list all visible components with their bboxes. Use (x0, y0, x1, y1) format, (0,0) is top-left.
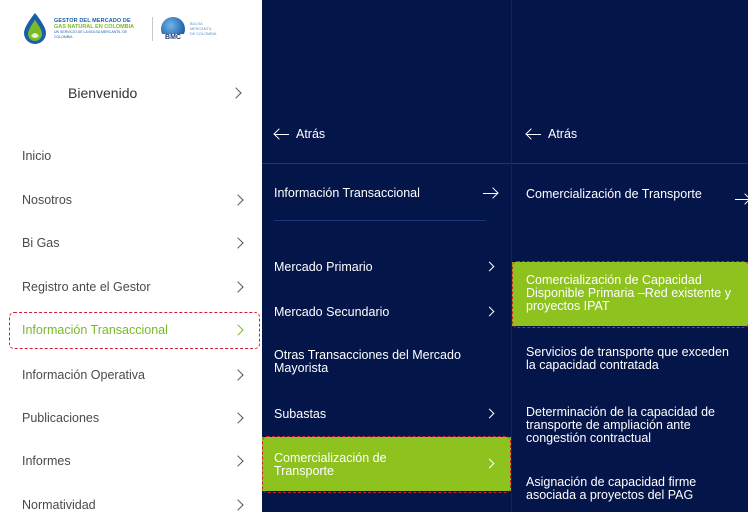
menu-item-label: Nosotros (22, 193, 73, 207)
gestor-logo-text: GESTOR DEL MERCADO DE GAS NATURAL EN COL… (54, 18, 144, 40)
welcome-label: Bienvenido (68, 85, 138, 101)
menu-item-inicio[interactable]: Inicio (0, 141, 262, 171)
welcome-item[interactable]: Bienvenido (0, 83, 262, 105)
menu-item-nosotros[interactable]: Nosotros (0, 185, 262, 215)
highlight-annotation (9, 312, 260, 349)
submenu-item-label: Asignación de capacidad firme asociada a… (526, 475, 697, 502)
back-label: Atrás (548, 127, 578, 141)
submenu-item-determinacion-capacidad[interactable]: Determinación de la capacidad de transpo… (512, 400, 748, 454)
submenu-item-label: Determinación de la capacidad de transpo… (526, 405, 716, 445)
arrow-right-icon[interactable] (735, 193, 748, 205)
back-button[interactable]: Atrás (274, 124, 325, 144)
highlight-annotation (262, 436, 511, 493)
menu-item-bi-gas[interactable]: Bi Gas (0, 228, 262, 258)
menu-item-label: Inicio (22, 149, 52, 163)
submenu-informacion-transaccional: Atrás Información Transaccional Mercado … (262, 0, 511, 512)
bmc-logo-text: BOLSA MERCANTIL DE COLOMBIA (190, 22, 216, 37)
arrow-left-icon (274, 128, 290, 140)
chevron-right-icon (232, 194, 244, 206)
menu-item-label: Registro ante el Gestor (22, 280, 151, 294)
main-menu-panel: GESTOR DEL MERCADO DE GAS NATURAL EN COL… (0, 0, 262, 512)
menu-item-informacion-operativa[interactable]: Información Operativa (0, 360, 262, 390)
menu-item-publicaciones[interactable]: Publicaciones (0, 403, 262, 433)
submenu-item-mercado-primario[interactable]: Mercado Primario (262, 252, 511, 282)
gestor-line3: UN SERVICIO DE LA BOLSA MERCANTIL DE COL… (54, 30, 127, 39)
submenu-item-label: Mercado Primario (274, 260, 373, 274)
menu-item-registro[interactable]: Registro ante el Gestor (0, 272, 262, 302)
submenu-item-label: Mercado Secundario (274, 305, 390, 319)
divider (262, 163, 511, 164)
back-label: Atrás (296, 127, 326, 141)
submenu-item-subastas[interactable]: Subastas (262, 399, 511, 429)
submenu-item-servicios-exceden-capacidad[interactable]: Servicios de transporte que exceden la c… (512, 340, 748, 380)
gas-drop-icon (22, 12, 48, 46)
submenu-item-asignacion-capacidad-pag[interactable]: Asignación de capacidad firme asociada a… (512, 472, 748, 512)
menu-item-label: Normatividad (22, 498, 96, 512)
menu-item-informes[interactable]: Informes (0, 446, 262, 476)
chevron-right-icon (232, 369, 244, 381)
menu-item-normatividad[interactable]: Normatividad (0, 490, 262, 512)
submenu-item-mercado-secundario[interactable]: Mercado Secundario (262, 297, 511, 327)
logo[interactable]: GESTOR DEL MERCADO DE GAS NATURAL EN COL… (22, 10, 242, 48)
menu-item-label: Publicaciones (22, 411, 100, 425)
chevron-right-icon (232, 237, 244, 249)
chevron-right-icon (232, 455, 244, 467)
submenu-item-otras-transacciones[interactable]: Otras Transacciones del Mercado Mayorist… (262, 345, 511, 381)
back-button[interactable]: Atrás (526, 124, 577, 144)
logo-divider (152, 17, 153, 41)
submenu-item-label: Subastas (274, 407, 327, 421)
bmc-label: BMC (161, 34, 185, 42)
highlight-annotation (512, 261, 748, 328)
chevron-right-icon (232, 499, 244, 511)
menu-item-label: Informes (22, 454, 71, 468)
chevron-right-icon (230, 87, 242, 99)
submenu-heading[interactable]: Comercialización de Transporte (526, 187, 706, 201)
menu-item-label: Información Operativa (22, 368, 145, 382)
menu-item-label: Bi Gas (22, 236, 60, 250)
submenu-item-label: Otras Transacciones del Mercado Mayorist… (274, 348, 461, 375)
divider (512, 163, 748, 164)
chevron-right-icon (232, 281, 244, 293)
submenu-heading[interactable]: Información Transaccional (274, 186, 420, 200)
arrow-right-icon[interactable] (483, 187, 499, 199)
chevron-right-icon (232, 412, 244, 424)
bmc-line3: DE COLOMBIA (190, 31, 217, 36)
submenu-item-label: Servicios de transporte que exceden la c… (526, 345, 729, 372)
divider (274, 220, 486, 221)
bmc-logo-icon: BMC (161, 17, 185, 42)
arrow-left-icon (526, 128, 542, 140)
submenu-comercializacion-transporte: Atrás Comercialización de Transporte Com… (511, 0, 748, 512)
